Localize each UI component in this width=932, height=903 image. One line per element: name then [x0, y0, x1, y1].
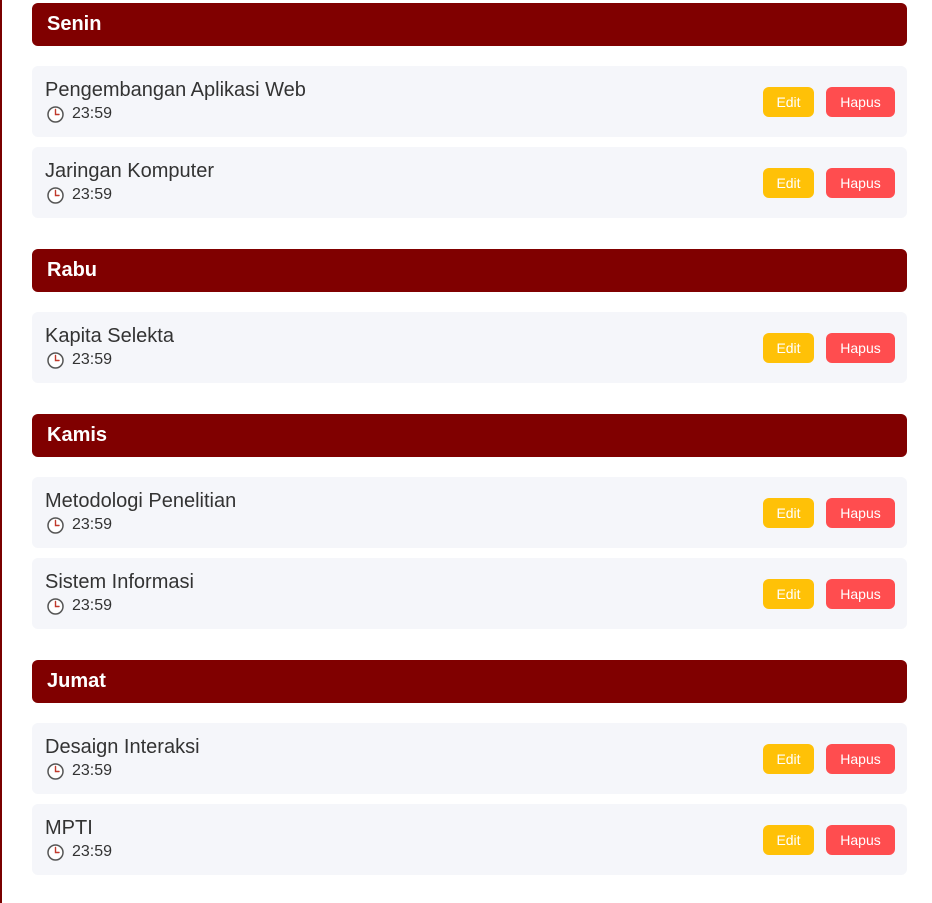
schedule-list: Senin Pengembangan Aplikasi Web 23:59 Ed…	[32, 3, 907, 903]
edit-button[interactable]: Edit	[763, 87, 814, 117]
task-time: 23:59	[47, 350, 112, 370]
task-time-value: 23:59	[72, 597, 113, 614]
day-section-jumat: Jumat Desaign Interaksi 23:59 Edit Hapus…	[32, 660, 907, 875]
day-header: Senin	[32, 3, 907, 46]
task-card: Metodologi Penelitian 23:59 Edit Hapus	[32, 477, 907, 548]
task-title: Desaign Interaksi	[45, 736, 200, 758]
edit-button[interactable]: Edit	[763, 333, 814, 363]
task-card: MPTI 23:59 Edit Hapus	[32, 804, 907, 875]
page-left-border	[0, 0, 2, 903]
task-time: 23:59	[47, 104, 112, 124]
edit-button[interactable]: Edit	[763, 825, 814, 855]
clock-icon	[47, 762, 64, 780]
delete-button[interactable]: Hapus	[826, 87, 895, 117]
clock-icon	[47, 843, 64, 861]
day-section-rabu: Rabu Kapita Selekta 23:59 Edit Hapus	[32, 249, 907, 383]
task-title: Kapita Selekta	[45, 325, 174, 347]
task-time: 23:59	[47, 515, 112, 535]
task-title: Pengembangan Aplikasi Web	[45, 79, 306, 101]
task-time-value: 23:59	[72, 186, 113, 203]
task-card: Sistem Informasi 23:59 Edit Hapus	[32, 558, 907, 629]
task-time: 23:59	[47, 596, 112, 616]
task-time: 23:59	[47, 842, 112, 862]
task-time-value: 23:59	[72, 762, 113, 779]
day-section-kamis: Kamis Metodologi Penelitian 23:59 Edit H…	[32, 414, 907, 629]
task-time-value: 23:59	[72, 105, 113, 122]
delete-button[interactable]: Hapus	[826, 168, 895, 198]
day-header: Rabu	[32, 249, 907, 292]
task-card: Kapita Selekta 23:59 Edit Hapus	[32, 312, 907, 383]
clock-icon	[47, 186, 64, 204]
delete-button[interactable]: Hapus	[826, 825, 895, 855]
task-title: Sistem Informasi	[45, 571, 194, 593]
delete-button[interactable]: Hapus	[826, 579, 895, 609]
edit-button[interactable]: Edit	[763, 498, 814, 528]
task-card: Jaringan Komputer 23:59 Edit Hapus	[32, 147, 907, 218]
task-time-value: 23:59	[72, 351, 113, 368]
clock-icon	[47, 516, 64, 534]
delete-button[interactable]: Hapus	[826, 498, 895, 528]
delete-button[interactable]: Hapus	[826, 744, 895, 774]
task-title: Jaringan Komputer	[45, 160, 214, 182]
edit-button[interactable]: Edit	[763, 579, 814, 609]
delete-button[interactable]: Hapus	[826, 333, 895, 363]
task-card: Pengembangan Aplikasi Web 23:59 Edit Hap…	[32, 66, 907, 137]
task-time-value: 23:59	[72, 843, 113, 860]
day-section-senin: Senin Pengembangan Aplikasi Web 23:59 Ed…	[32, 3, 907, 218]
task-time: 23:59	[47, 185, 112, 205]
task-title: MPTI	[45, 817, 93, 839]
clock-icon	[47, 105, 64, 123]
day-header: Kamis	[32, 414, 907, 457]
task-title: Metodologi Penelitian	[45, 490, 237, 512]
task-time-value: 23:59	[72, 516, 113, 533]
edit-button[interactable]: Edit	[763, 744, 814, 774]
task-time: 23:59	[47, 761, 112, 781]
clock-icon	[47, 351, 64, 369]
clock-icon	[47, 597, 64, 615]
edit-button[interactable]: Edit	[763, 168, 814, 198]
task-card: Desaign Interaksi 23:59 Edit Hapus	[32, 723, 907, 794]
day-header: Jumat	[32, 660, 907, 703]
